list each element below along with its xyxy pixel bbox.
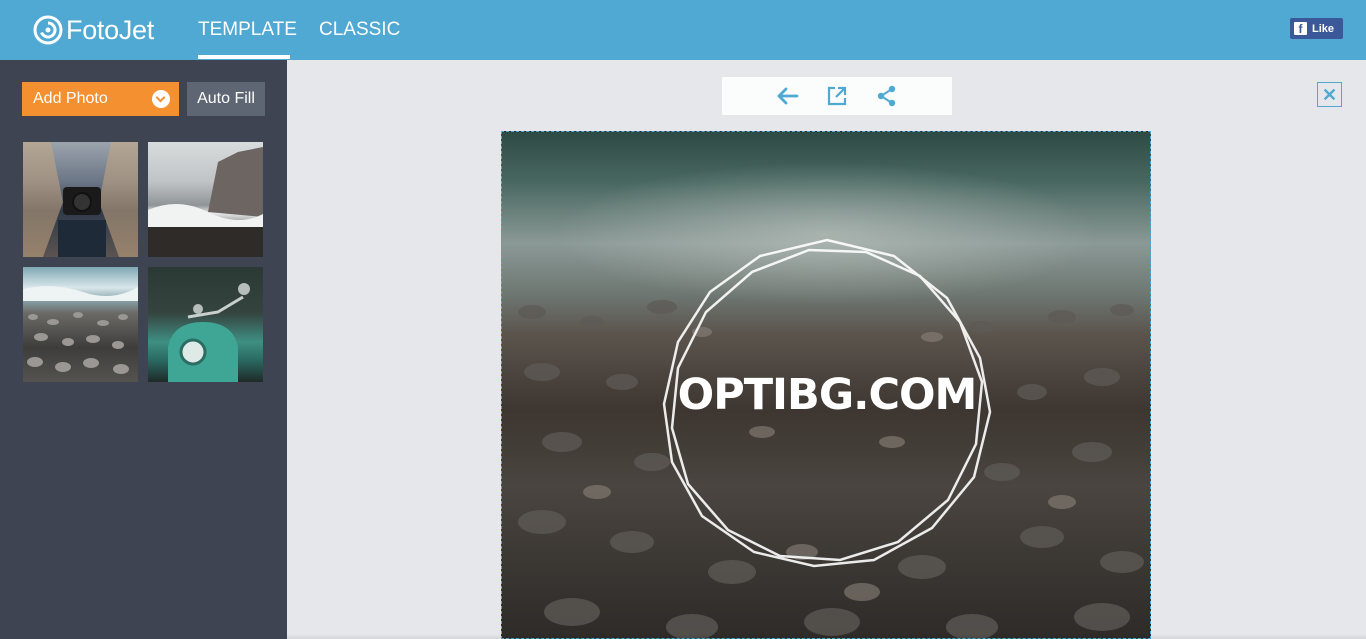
open-external-button[interactable] — [823, 82, 851, 110]
facebook-like-label: Like — [1312, 22, 1335, 35]
share-icon — [877, 85, 896, 107]
facebook-icon: f — [1294, 22, 1307, 35]
sidebar: Add Photo Auto Fill — [0, 60, 287, 639]
facebook-like-button[interactable]: f Like — [1290, 18, 1343, 39]
fotojet-logo-icon — [33, 15, 63, 45]
photo-thumbnail-camera-person[interactable] — [23, 142, 138, 257]
close-icon[interactable]: ✕ — [1317, 82, 1342, 107]
active-tab-indicator — [198, 55, 290, 59]
open-external-icon — [827, 86, 847, 106]
top-bar: FotoJet TEMPLATE CLASSIC f Like — [0, 0, 1366, 60]
pebble-beach-art — [23, 286, 138, 374]
workspace-bottom-edge — [287, 634, 1366, 639]
photo-thumbnail-scooter[interactable] — [148, 267, 263, 382]
canvas-text-element[interactable]: OPTIBG.COM — [502, 370, 1150, 420]
add-photo-label: Add Photo — [33, 90, 108, 107]
share-button[interactable] — [873, 82, 901, 110]
photo-thumbnail-pebble-beach[interactable] — [23, 267, 138, 382]
coast-waves-art — [148, 147, 263, 257]
design-canvas[interactable]: OPTIBG.COM — [501, 131, 1151, 639]
camera-person-art — [23, 142, 138, 257]
photo-thumbnail-coast-waves[interactable] — [148, 142, 263, 257]
back-button[interactable] — [773, 82, 801, 110]
fotojet-logo[interactable]: FotoJet — [33, 13, 154, 47]
auto-fill-button[interactable]: Auto Fill — [187, 82, 265, 116]
scooter-art — [168, 283, 250, 382]
back-arrow-icon — [777, 87, 799, 105]
chevron-down-icon[interactable] — [152, 90, 170, 108]
logo-text: FotoJet — [66, 14, 154, 45]
tab-template[interactable]: TEMPLATE — [198, 19, 297, 41]
add-photo-button[interactable]: Add Photo — [22, 82, 179, 116]
tab-classic[interactable]: CLASSIC — [319, 19, 400, 41]
canvas-toolbar — [722, 77, 952, 115]
